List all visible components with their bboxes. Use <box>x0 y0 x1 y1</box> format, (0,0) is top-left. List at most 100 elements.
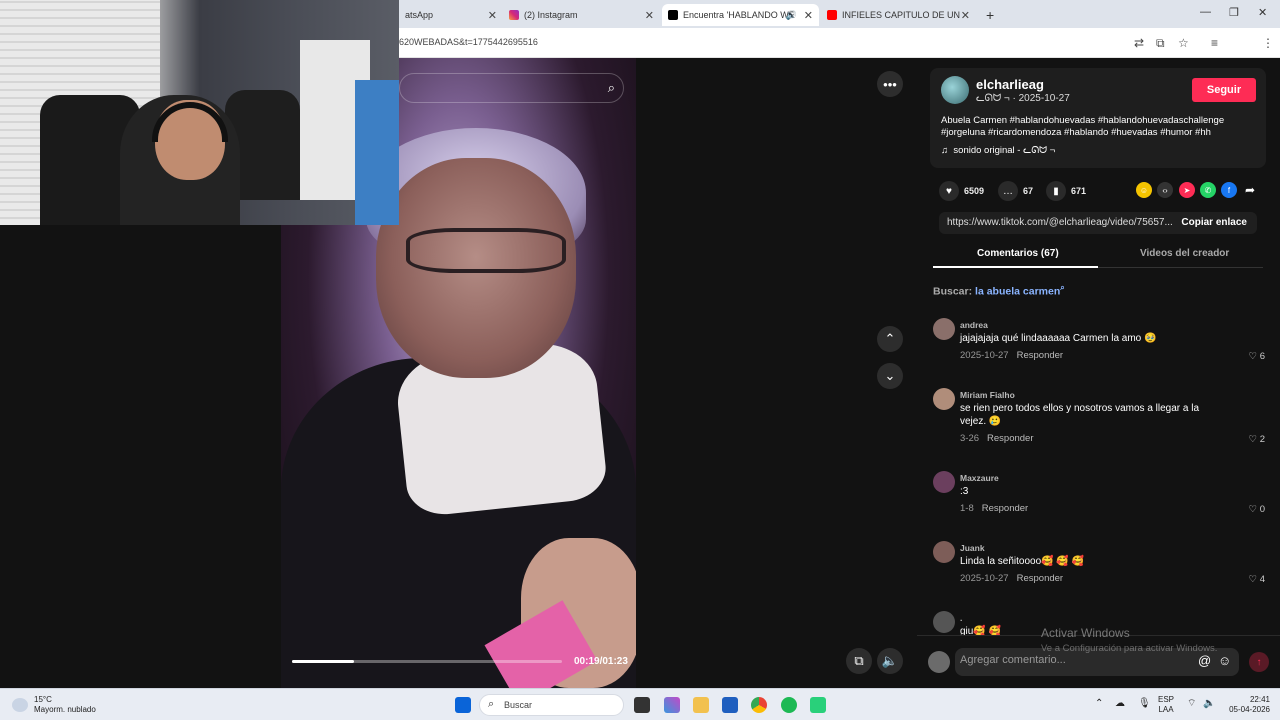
commenter-avatar[interactable] <box>933 318 955 340</box>
tab-comments[interactable]: Comentarios (67) <box>977 248 1059 259</box>
media-control-icon[interactable]: ≡ <box>1211 36 1218 50</box>
wifi-icon[interactable]: ⌔ <box>1187 699 1196 709</box>
tab-whatsapp[interactable]: atsApp ✕ <box>399 4 503 26</box>
comment-like[interactable]: ♡ 4 <box>1249 574 1265 585</box>
commenter-name[interactable]: Maxzaure <box>960 473 999 483</box>
tab-youtube[interactable]: INFIELES CAPITULO DE UN CO ✕ <box>821 4 976 26</box>
search-icon[interactable]: ⌕ <box>608 80 615 96</box>
reply-button[interactable]: Responder <box>1017 350 1063 361</box>
friends-share-icon[interactable]: ☺ <box>1136 182 1152 198</box>
volume-icon[interactable]: 🔈 <box>877 648 903 674</box>
app-icon[interactable] <box>810 697 826 713</box>
minimize-icon[interactable]: — <box>1200 6 1211 18</box>
emoji-icon[interactable]: ☺ <box>1218 653 1231 668</box>
creator-avatar[interactable] <box>941 76 969 104</box>
commenter-name[interactable]: Juank <box>960 543 985 553</box>
weather-widget[interactable]: 15°C Mayorm. nublado <box>12 695 96 715</box>
send-comment-button[interactable]: ↑ <box>1249 652 1269 672</box>
video-search-box[interactable]: ⌕ <box>399 73 624 103</box>
commenter-name[interactable]: andrea <box>960 320 988 330</box>
close-icon[interactable]: ✕ <box>961 9 970 22</box>
commenter-avatar[interactable] <box>933 388 955 410</box>
tray-chevron-icon[interactable]: ⌃ <box>1095 699 1103 709</box>
search-icon: ⌕ <box>488 698 495 710</box>
commenter-name[interactable]: . <box>960 613 962 623</box>
tab-instagram[interactable]: (2) Instagram ✕ <box>503 4 660 26</box>
close-icon[interactable]: ✕ <box>488 9 497 22</box>
youtube-icon <box>827 10 837 20</box>
clock-time: 22:41 <box>1249 695 1270 704</box>
comment-button[interactable]: … 67 <box>998 181 1033 201</box>
comment-like[interactable]: ♡ 0 <box>1249 504 1265 515</box>
next-video-icon[interactable]: ⌄ <box>877 363 903 389</box>
network-status-icon[interactable]: ☁ <box>1115 699 1125 709</box>
video-frame-glasses <box>406 228 566 273</box>
clock-date: 05-04-2026 <box>1229 705 1270 714</box>
taskbar-search[interactable]: ⌕ Buscar <box>479 694 624 716</box>
save-count: 671 <box>1071 186 1087 196</box>
comment-like[interactable]: ♡ 2 <box>1249 434 1265 445</box>
translate-icon[interactable]: ⇄ <box>1134 36 1144 50</box>
clock[interactable]: 22:41 05-04-2026 <box>1222 695 1270 715</box>
video-progress-bar[interactable] <box>292 660 562 663</box>
search-icon[interactable]: ⌕ <box>1060 283 1064 292</box>
commenter-avatar[interactable] <box>933 611 955 633</box>
new-tab-button[interactable]: + <box>980 4 1000 26</box>
restore-icon[interactable]: ❐ <box>1229 6 1239 19</box>
commenter-name[interactable]: Miriam Fialho <box>960 390 1015 400</box>
reply-button[interactable]: Responder <box>1017 573 1063 584</box>
close-window-icon[interactable]: ✕ <box>1258 6 1267 19</box>
file-explorer-icon[interactable] <box>693 697 709 713</box>
creator-username[interactable]: elcharlieag <box>976 77 1044 92</box>
embed-icon[interactable]: ‹› <box>1157 182 1173 198</box>
previous-video-icon[interactable]: ⌃ <box>877 326 903 352</box>
reply-button[interactable]: Responder <box>982 503 1028 514</box>
post-music[interactable]: ♫ sonido original - ᓚᘏᗢ ¬ <box>941 145 1055 156</box>
whatsapp-icon[interactable]: ✆ <box>1200 182 1216 198</box>
bookmark-star-icon[interactable]: ☆ <box>1178 36 1189 50</box>
weather-desc: Mayorm. nublado <box>34 705 96 714</box>
close-icon[interactable]: ✕ <box>645 9 654 22</box>
comment-item: Juank Linda la señitoooo🥰 🥰 🥰 2025-10-27… <box>933 541 1267 591</box>
instagram-icon <box>509 10 519 20</box>
install-icon[interactable]: ⧉ <box>1156 36 1165 51</box>
volume-icon[interactable]: 🔈 <box>1203 699 1215 709</box>
like-button[interactable]: ♥ 6509 <box>939 181 984 201</box>
video-link-text[interactable]: https://www.tiktok.com/@elcharlieag/vide… <box>947 217 1179 228</box>
commenter-avatar[interactable] <box>933 541 955 563</box>
follow-button[interactable]: Seguir <box>1192 78 1256 102</box>
facebook-icon[interactable]: f <box>1221 182 1237 198</box>
search-label: Buscar: <box>933 285 973 298</box>
language-indicator[interactable]: ESP LAA <box>1158 695 1174 715</box>
mention-icon[interactable]: @ <box>1198 653 1211 668</box>
chrome-icon[interactable] <box>751 697 767 713</box>
comment-item: andrea jajajajaja qué lindaaaaaa Carmen … <box>933 318 1267 368</box>
send-icon[interactable]: ➤ <box>1179 182 1195 198</box>
reply-button[interactable]: Responder <box>987 433 1033 444</box>
microphone-icon[interactable]: 🎙 <box>1138 699 1151 709</box>
commenter-avatar[interactable] <box>933 471 955 493</box>
tab-tiktok[interactable]: Encuentra 'HABLANDO WE 🔊 ✕ <box>662 4 819 26</box>
copy-link-button[interactable]: Copiar enlace <box>1181 217 1247 228</box>
tab-label: Encuentra 'HABLANDO WE <box>683 10 795 20</box>
store-icon[interactable] <box>722 697 738 713</box>
share-arrow-icon[interactable]: ➦ <box>1242 182 1258 198</box>
copilot-icon[interactable] <box>664 697 680 713</box>
save-button[interactable]: ▮ 671 <box>1046 181 1086 201</box>
floating-player-icon[interactable]: ⧉ <box>846 648 872 674</box>
tab-creator-videos[interactable]: Videos del creador <box>1140 248 1229 259</box>
taskbar-search-label: Buscar <box>504 700 533 710</box>
comment-item: Miriam Fialho se rien pero todos ellos y… <box>933 388 1267 448</box>
start-icon[interactable] <box>455 697 471 713</box>
comment-input-placeholder[interactable]: Agregar comentario... <box>960 654 1066 666</box>
comment-like[interactable]: ♡ 6 <box>1249 351 1265 362</box>
more-options-icon[interactable]: ••• <box>877 71 903 97</box>
spotify-icon[interactable] <box>781 697 797 713</box>
close-icon[interactable]: ✕ <box>804 9 813 22</box>
url-text[interactable]: 620WEBADAS&t=1775442695516 <box>399 37 538 47</box>
comment-like-count: 2 <box>1259 434 1265 445</box>
menu-icon[interactable]: ⋮ <box>1262 36 1274 50</box>
task-view-icon[interactable] <box>634 697 650 713</box>
search-query-link[interactable]: la abuela carmen <box>975 286 1060 298</box>
activate-windows-subtitle: Ve a Configuración para activar Windows. <box>1041 643 1218 654</box>
